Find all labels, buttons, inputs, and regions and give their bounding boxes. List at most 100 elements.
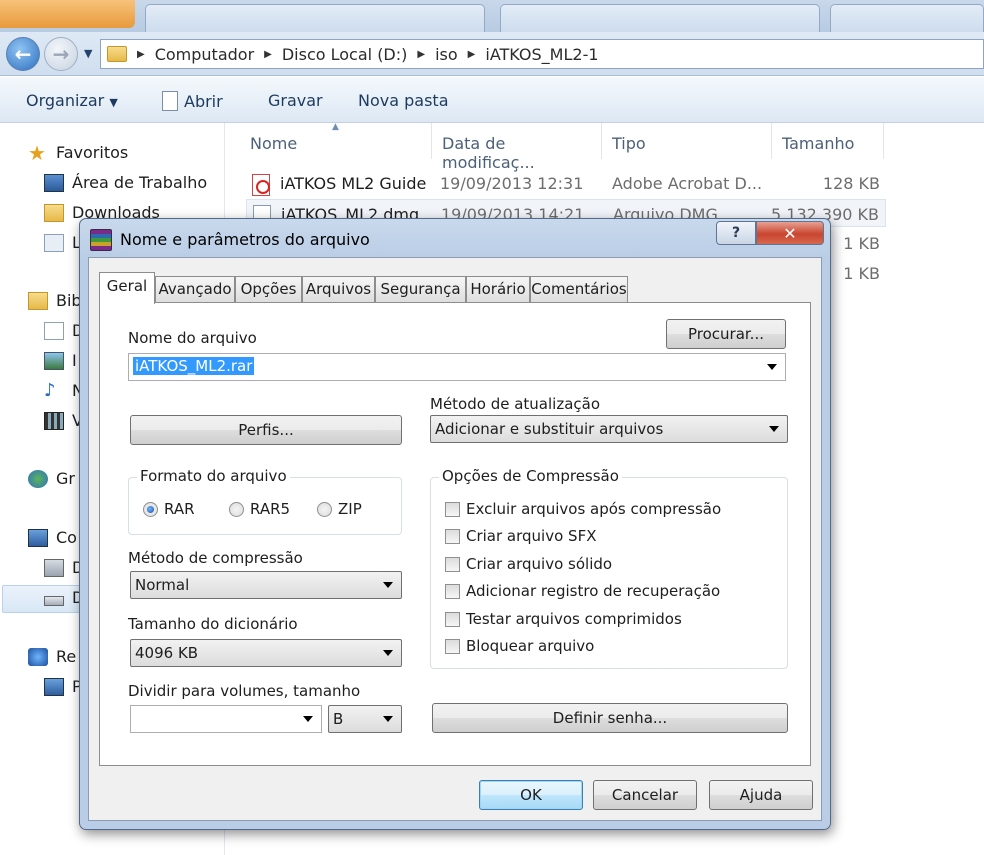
browse-button[interactable]: Procurar... <box>666 319 786 349</box>
question-mark-icon: ? <box>731 225 741 241</box>
chevron-right-icon[interactable]: ▶ <box>264 49 272 60</box>
taskbar-tab-2[interactable] <box>500 4 820 32</box>
nav-network[interactable]: Re <box>28 647 76 666</box>
file-size: 1 KB <box>843 234 880 253</box>
option-delete-after[interactable]: Excluir arquivos após compressão <box>445 500 721 518</box>
nav-recent[interactable]: L <box>44 233 81 252</box>
network-computer-icon <box>44 677 64 696</box>
breadcrumb-item[interactable]: iso <box>435 45 458 64</box>
chevron-right-icon[interactable]: ▶ <box>417 49 425 60</box>
new-folder-button[interactable]: Nova pasta <box>358 91 449 110</box>
back-button[interactable]: ← <box>6 37 40 71</box>
ok-button[interactable]: OK <box>479 780 583 810</box>
nav-label: Área de Trabalho <box>72 173 208 192</box>
filename-value[interactable]: iATKOS_ML2.rar <box>133 357 255 375</box>
pictures-icon <box>44 351 64 370</box>
documents-icon <box>44 321 64 340</box>
split-size-combobox[interactable] <box>130 705 322 733</box>
chevron-down-icon[interactable] <box>303 716 313 722</box>
tab-files[interactable]: Arquivos <box>302 276 375 302</box>
nav-favorites[interactable]: ★ Favoritos <box>28 143 129 163</box>
tab-comments[interactable]: Comentários <box>530 276 628 302</box>
option-recovery-record[interactable]: Adicionar registro de recuperação <box>445 582 720 600</box>
checkbox-label: Excluir arquivos após compressão <box>466 500 722 518</box>
file-size: 1 KB <box>843 264 880 283</box>
checkbox-label: Criar arquivo sólido <box>466 555 613 573</box>
dictionary-size-select[interactable]: 4096 KB <box>130 639 402 667</box>
file-name: iATKOS ML2 Guide <box>280 174 427 193</box>
checkbox-icon <box>445 528 460 544</box>
profiles-button[interactable]: Perfis... <box>130 415 402 445</box>
close-icon: ✕ <box>783 223 797 243</box>
command-bar: Organizar ▼ Abrir Gravar Nova pasta <box>0 77 984 123</box>
update-method-select[interactable]: Adicionar e substituir arquivos <box>430 415 788 443</box>
breadcrumb-item[interactable]: Computador <box>155 45 254 64</box>
split-unit-select[interactable]: B <box>328 705 402 733</box>
title-help-button[interactable]: ? <box>716 221 756 245</box>
column-header-modified[interactable]: Data de modificaç... <box>432 123 602 172</box>
compression-method-select[interactable]: Normal <box>130 571 402 599</box>
videos-icon <box>44 411 64 430</box>
open-button[interactable]: Abrir <box>162 91 223 111</box>
column-header-name[interactable]: Nome ▲ <box>240 122 432 159</box>
history-dropdown-icon[interactable]: ▼ <box>84 47 92 60</box>
chevron-right-icon[interactable]: ▶ <box>468 49 476 60</box>
taskbar-tab-1[interactable] <box>145 4 485 32</box>
chevron-down-icon <box>383 716 393 722</box>
nav-network-pc[interactable]: P <box>44 677 82 696</box>
format-radio-rar5[interactable]: RAR5 <box>229 500 290 518</box>
help-button[interactable]: Ajuda <box>709 780 813 810</box>
filename-combobox[interactable]: iATKOS_ML2.rar <box>128 353 786 381</box>
tab-security[interactable]: Segurança <box>375 276 466 302</box>
breadcrumb-item[interactable]: Disco Local (D:) <box>282 45 408 64</box>
chevron-down-icon[interactable] <box>767 364 777 370</box>
option-solid-archive[interactable]: Criar arquivo sólido <box>445 555 612 573</box>
column-header-type[interactable]: Tipo <box>602 123 772 159</box>
filename-label: Nome do arquivo <box>128 329 257 347</box>
nav-desktop[interactable]: Área de Trabalho <box>44 173 207 192</box>
nav-lib-music[interactable]: ♪ N <box>44 381 84 400</box>
nav-label: Bib <box>56 291 82 310</box>
radio-label: RAR5 <box>250 500 291 518</box>
option-lock-archive[interactable]: Bloquear arquivo <box>445 637 594 655</box>
nav-lib-videos[interactable]: V <box>44 411 83 430</box>
radio-label: ZIP <box>338 500 362 518</box>
table-row[interactable]: iATKOS ML2 Guide 19/09/2013 12:31 Adobe … <box>246 169 886 197</box>
nav-computer[interactable]: Co <box>28 528 77 547</box>
tab-general[interactable]: Geral <box>99 272 155 304</box>
forward-button[interactable]: → <box>44 37 78 71</box>
burn-button[interactable]: Gravar <box>268 91 323 110</box>
taskbar-tab-3[interactable] <box>830 4 984 32</box>
column-header-size[interactable]: Tamanho <box>772 123 884 159</box>
address-box[interactable]: ▶ Computador ▶ Disco Local (D:) ▶ iso ▶ … <box>100 39 984 69</box>
format-radio-rar[interactable]: RAR <box>143 500 195 518</box>
split-volumes-label: Dividir para volumes, tamanho <box>128 682 361 700</box>
nav-libraries[interactable]: Bib <box>28 291 82 310</box>
organize-button[interactable]: Organizar ▼ <box>26 91 118 110</box>
checkbox-label: Adicionar registro de recuperação <box>466 582 721 600</box>
chevron-right-icon[interactable]: ▶ <box>137 49 145 60</box>
cancel-button[interactable]: Cancelar <box>593 780 697 810</box>
computer-icon <box>28 528 48 547</box>
checkbox-icon <box>445 556 460 572</box>
taskbar-app-button[interactable] <box>0 0 135 28</box>
nav-label: Favoritos <box>56 143 129 162</box>
breadcrumb-item[interactable]: iATKOS_ML2-1 <box>485 45 598 64</box>
title-close-button[interactable]: ✕ <box>756 221 824 245</box>
nav-homegroup[interactable]: Gr <box>28 469 75 488</box>
option-create-sfx[interactable]: Criar arquivo SFX <box>445 527 596 545</box>
open-label: Abrir <box>184 92 223 111</box>
hard-drive-icon <box>44 595 64 606</box>
option-test-files[interactable]: Testar arquivos comprimidos <box>445 610 682 628</box>
update-method-value: Adicionar e substituir arquivos <box>435 420 664 438</box>
set-password-button[interactable]: Definir senha... <box>432 703 788 733</box>
format-radio-zip[interactable]: ZIP <box>317 500 362 518</box>
desktop-icon <box>44 173 64 192</box>
tab-advanced[interactable]: Avançado <box>155 276 235 302</box>
dialog-client-area: Geral Avançado Opções Arquivos Segurança… <box>88 257 822 821</box>
system-drive-icon <box>44 558 64 577</box>
nav-lib-images[interactable]: I <box>44 351 77 370</box>
tab-options[interactable]: Opções <box>235 276 302 302</box>
tab-schedule[interactable]: Horário <box>466 276 530 302</box>
folder-icon <box>107 46 127 62</box>
